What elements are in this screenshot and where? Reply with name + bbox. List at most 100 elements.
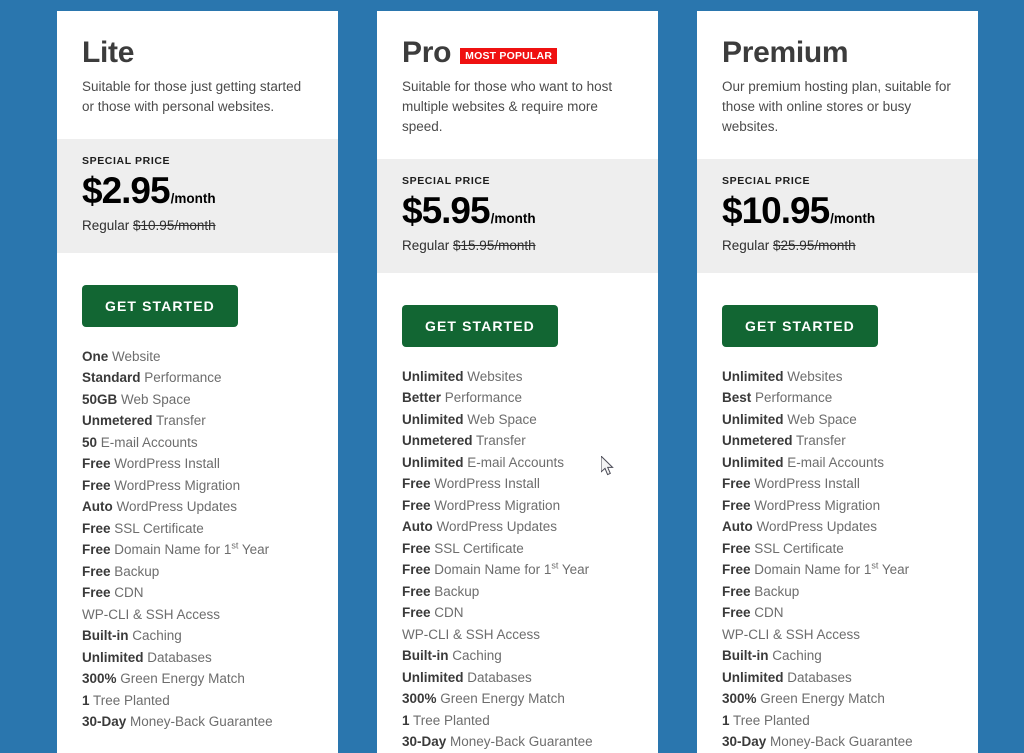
price-band: SPECIAL PRICE $2.95 /month Regular $10.9… (57, 139, 338, 253)
feature-item: Unlimited Websites (402, 366, 633, 388)
feature-item: Free Backup (722, 581, 953, 603)
feature-highlight: Free (722, 497, 751, 513)
feature-text: Databases (143, 649, 212, 665)
feature-highlight: Free (402, 540, 431, 556)
feature-item: Unmetered Transfer (82, 410, 313, 432)
feature-text: Caching (128, 628, 182, 644)
feature-item: Free WordPress Migration (82, 475, 313, 497)
feature-text: Website (108, 348, 161, 364)
plan-description: Our premium hosting plan, suitable for t… (722, 78, 951, 135)
feature-item: Unlimited Web Space (402, 409, 633, 431)
feature-text: Tree Planted (729, 712, 810, 728)
feature-item: Free CDN (402, 602, 633, 624)
regular-price-value: $25.95/month (773, 237, 856, 253)
feature-text: CDN (430, 605, 464, 621)
price-row: $5.95 /month (402, 191, 633, 232)
feature-text: Money-Back Guarantee (446, 734, 593, 750)
feature-text: Transfer (152, 413, 206, 429)
feature-text: Websites (783, 368, 843, 384)
feature-highlight: Free (722, 583, 751, 599)
feature-highlight: Free (402, 562, 431, 578)
feature-item: Built-in Caching (722, 645, 953, 667)
price-period: /month (170, 191, 216, 206)
feature-item: 50 E-mail Accounts (82, 432, 313, 454)
feature-highlight: Unmetered (402, 433, 473, 449)
feature-item: 300% Green Energy Match (722, 688, 953, 710)
feature-item: Free Backup (402, 581, 633, 603)
price-amount: $2.95 (82, 170, 171, 211)
feature-item: 50GB Web Space (82, 389, 313, 411)
feature-item: Best Performance (722, 387, 953, 409)
feature-highlight: Free (82, 456, 111, 472)
feature-item: 300% Green Energy Match (402, 688, 633, 710)
regular-price-value: $15.95/month (453, 237, 536, 253)
feature-highlight: Unlimited (722, 368, 784, 384)
get-started-button[interactable]: GET STARTED (722, 304, 878, 347)
feature-item: Free WordPress Install (82, 453, 313, 475)
feature-highlight: Free (82, 585, 111, 601)
feature-item: Unlimited Databases (402, 667, 633, 689)
feature-item: WP-CLI & SSH Access (722, 624, 953, 646)
feature-text: CDN (750, 605, 784, 621)
feature-item: Free Backup (82, 561, 313, 583)
plan-title: Premium (722, 36, 849, 69)
get-started-button[interactable]: GET STARTED (402, 304, 558, 347)
feature-highlight: Unlimited (402, 411, 464, 427)
feature-item: 1 Tree Planted (722, 710, 953, 732)
feature-text: Tree Planted (409, 712, 490, 728)
special-price-label: SPECIAL PRICE (82, 155, 171, 167)
regular-price-prefix: Regular (722, 237, 774, 253)
feature-item: Unlimited E-mail Accounts (402, 452, 633, 474)
feature-text: WP-CLI & SSH Access (722, 626, 861, 642)
feature-text: Green Energy Match (116, 671, 245, 687)
feature-text-tail: Year (238, 542, 270, 558)
special-price-label: SPECIAL PRICE (402, 175, 491, 188)
feature-highlight: 30-Day (402, 734, 447, 750)
feature-text: WordPress Updates (432, 519, 558, 535)
feature-text: Tree Planted (89, 692, 170, 708)
feature-text: Backup (110, 563, 160, 579)
feature-highlight: 1 (82, 692, 90, 708)
feature-text: WordPress Install (750, 476, 860, 492)
plan-title-row: Lite (82, 37, 313, 69)
feature-text: Performance (140, 370, 222, 386)
feature-highlight: Better (402, 390, 442, 406)
regular-price-row: Regular $15.95/month (402, 238, 633, 253)
feature-highlight: 50 (82, 434, 98, 450)
feature-text: Green Energy Match (756, 691, 885, 707)
feature-highlight: Free (82, 520, 111, 536)
plan-title-row: Premium (722, 37, 953, 69)
plan-title: Pro (402, 36, 452, 69)
feature-item: WP-CLI & SSH Access (402, 624, 633, 646)
feature-item: Free WordPress Migration (722, 495, 953, 517)
feature-highlight: Unlimited (722, 454, 784, 470)
feature-item: 30-Day Money-Back Guarantee (722, 731, 953, 753)
feature-highlight: Free (82, 477, 111, 493)
feature-text: WordPress Migration (110, 477, 241, 493)
feature-text: Green Energy Match (436, 691, 565, 707)
get-started-button[interactable]: GET STARTED (82, 284, 238, 327)
feature-text: Domain Name for 1 (430, 562, 552, 578)
feature-item: Unlimited Databases (82, 647, 313, 669)
feature-highlight: Free (722, 562, 751, 578)
price-period: /month (830, 211, 876, 227)
feature-item: Free Domain Name for 1st Year (82, 539, 313, 561)
price-period: /month (490, 211, 536, 227)
feature-highlight: Standard (82, 370, 141, 386)
feature-text: WordPress Install (110, 456, 220, 472)
price-row: $2.95 /month (82, 170, 313, 212)
feature-text: Caching (448, 648, 502, 664)
feature-item: Built-in Caching (402, 645, 633, 667)
feature-text: WP-CLI & SSH Access (82, 606, 221, 622)
feature-text: WP-CLI & SSH Access (402, 626, 541, 642)
feature-item: Unlimited E-mail Accounts (722, 452, 953, 474)
feature-list: One Website Standard Performance 50GB Web … (82, 346, 313, 733)
feature-text: SSL Certificate (430, 540, 524, 556)
feature-item: Free Domain Name for 1st Year (722, 559, 953, 581)
feature-text: WordPress Migration (430, 497, 561, 513)
price-row: $10.95 /month (722, 191, 953, 232)
feature-text: Web Space (783, 411, 857, 427)
card-body: GET STARTED Unlimited Websites Best Perfo… (697, 272, 978, 753)
pricing-card-list: Lite Suitable for those just getting sta… (57, 11, 978, 753)
feature-highlight: Unlimited (402, 669, 464, 685)
